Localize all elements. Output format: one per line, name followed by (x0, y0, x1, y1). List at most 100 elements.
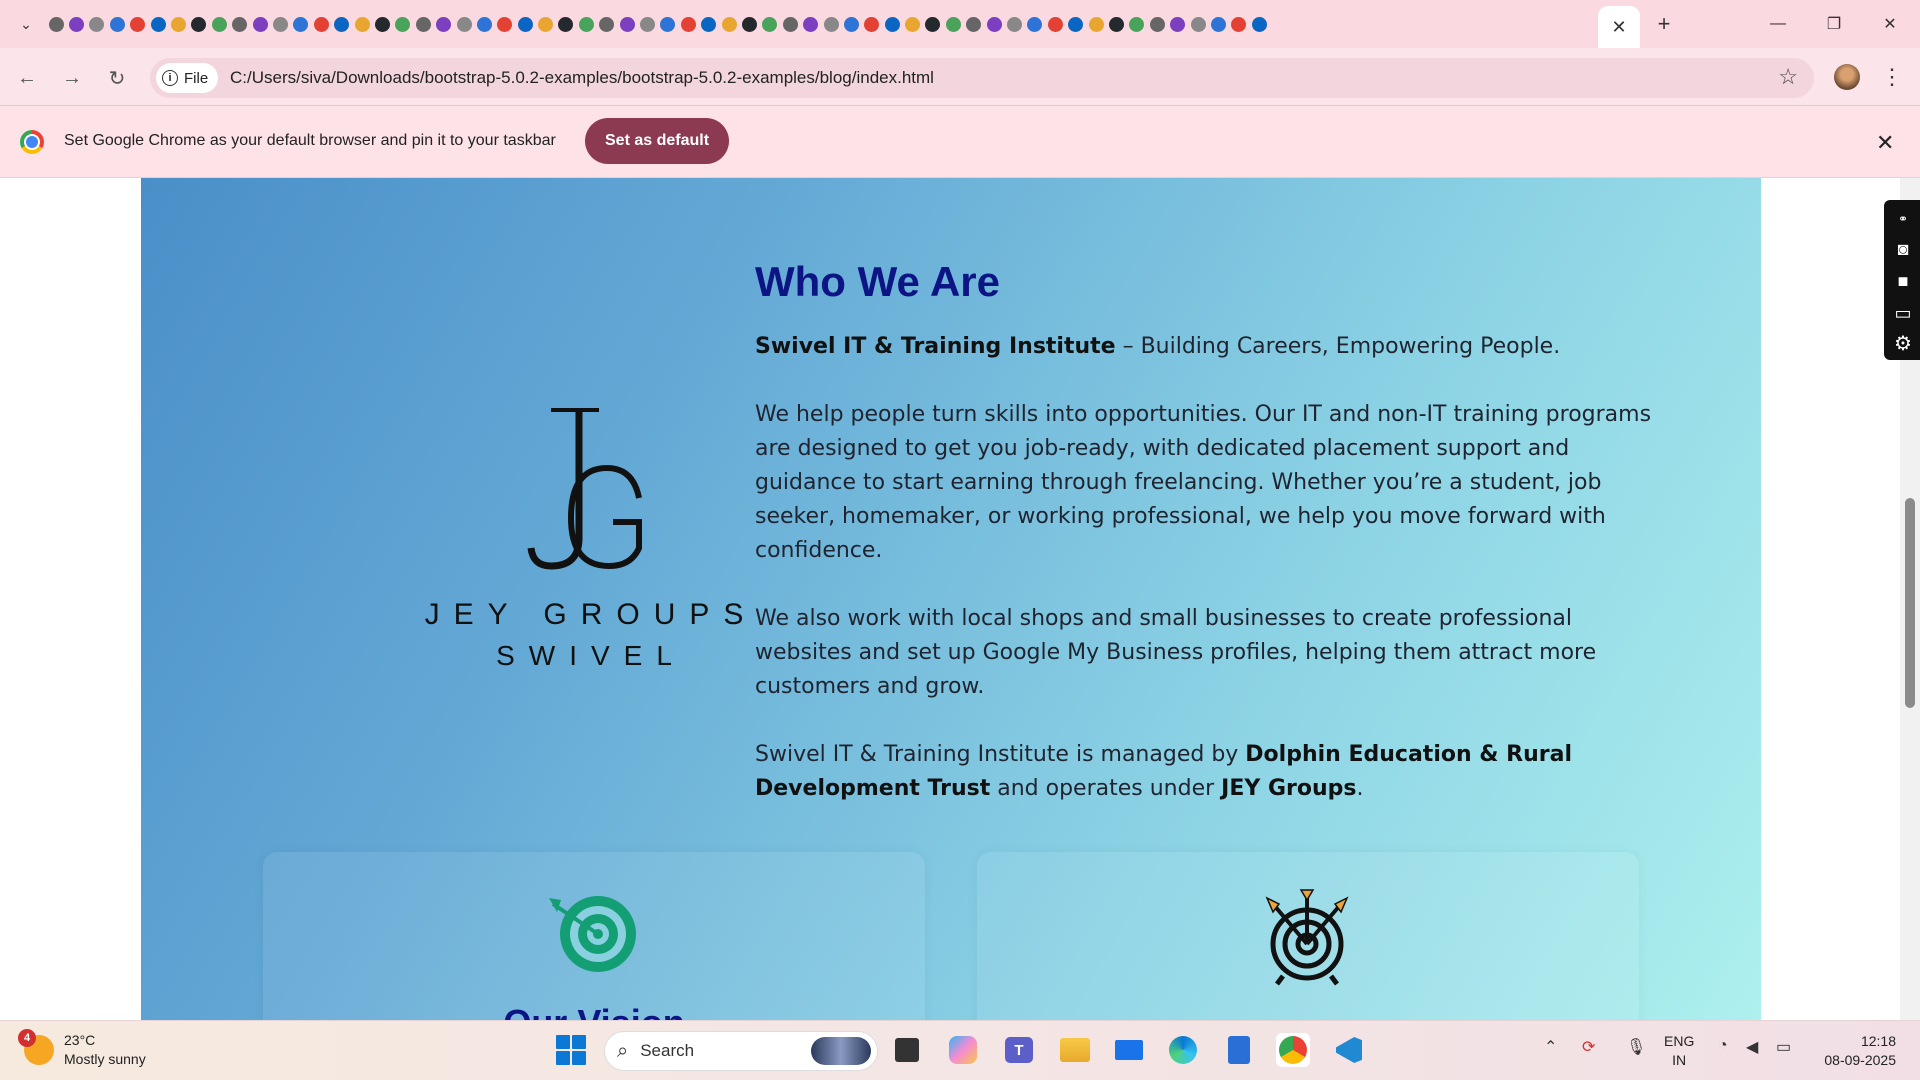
edge-icon[interactable] (1166, 1033, 1200, 1067)
pinned-tab-favicon[interactable] (189, 12, 209, 36)
pinned-tab-favicon[interactable] (393, 12, 413, 36)
file-explorer-icon[interactable] (1058, 1033, 1092, 1067)
pinned-tab-favicon[interactable] (209, 12, 229, 36)
volume-icon[interactable]: ◀ (1746, 1037, 1758, 1057)
microphone-icon[interactable]: 🎙 (1626, 1037, 1646, 1057)
pinned-tab-favicon[interactable] (1086, 12, 1106, 36)
pinned-tab-favicon[interactable] (964, 12, 984, 36)
pinned-tab-favicon[interactable] (250, 12, 270, 36)
pinned-tab-favicon[interactable] (433, 12, 453, 36)
chevron-up-icon[interactable]: ⌃ (1544, 1037, 1557, 1057)
copilot-icon[interactable] (946, 1033, 980, 1067)
profile-avatar[interactable] (1834, 64, 1860, 90)
site-info-chip[interactable]: i File (156, 63, 219, 93)
maximize-button[interactable]: ❐ (1806, 0, 1862, 48)
mail-icon[interactable] (1112, 1033, 1146, 1067)
pinned-tab-favicon[interactable] (128, 12, 148, 36)
active-tab[interactable]: ✕ (1598, 6, 1640, 48)
reload-button[interactable]: ↻ (102, 63, 132, 93)
pinned-tab-favicon[interactable] (719, 12, 739, 36)
pinned-tab-favicon[interactable] (1249, 12, 1269, 36)
pinned-tab-favicon[interactable] (331, 12, 351, 36)
bookmark-star-icon[interactable]: ☆ (1778, 64, 1798, 90)
pinned-tab-favicon[interactable] (597, 12, 617, 36)
pinned-tab-favicon[interactable] (1208, 12, 1228, 36)
clock[interactable]: 12:18 08-09-2025 (1816, 1032, 1896, 1070)
pinned-tab-favicon[interactable] (984, 12, 1004, 36)
pinned-tab-favicon[interactable] (800, 12, 820, 36)
pinned-tab-favicon[interactable] (148, 12, 168, 36)
pinned-tab-favicon[interactable] (760, 12, 780, 36)
address-bar[interactable]: i File C:/Users/siva/Downloads/bootstrap… (150, 58, 1814, 98)
pinned-tab-favicon[interactable] (943, 12, 963, 36)
scroll-thumb[interactable] (1905, 498, 1915, 708)
pinned-tab-favicon[interactable] (821, 12, 841, 36)
pinned-tab-favicon[interactable] (1188, 12, 1208, 36)
sync-icon[interactable]: ⟳ (1582, 1037, 1595, 1057)
pinned-tab-favicon[interactable] (739, 12, 759, 36)
pinned-tab-favicon[interactable] (46, 12, 66, 36)
close-window-button[interactable]: ✕ (1862, 0, 1918, 48)
pinned-tab-favicon[interactable] (1025, 12, 1045, 36)
window-icon[interactable]: ▭ (1892, 302, 1914, 324)
close-tab-icon[interactable]: ✕ (1611, 17, 1626, 38)
pinned-tab-favicon[interactable] (311, 12, 331, 36)
teams-icon[interactable]: T (1002, 1033, 1036, 1067)
camera-icon[interactable]: ◙ (1892, 238, 1914, 260)
pinned-tab-favicon[interactable] (495, 12, 515, 36)
chrome-taskbar-icon[interactable] (1276, 1033, 1310, 1067)
task-view-icon[interactable] (890, 1033, 924, 1067)
pinned-tab-favicon[interactable] (658, 12, 678, 36)
pinned-tab-favicon[interactable] (841, 12, 861, 36)
language-indicator[interactable]: ENG IN (1664, 1032, 1694, 1070)
notepad-icon[interactable] (1222, 1033, 1256, 1067)
pinned-tab-favicon[interactable] (699, 12, 719, 36)
pinned-tab-favicon[interactable] (1004, 12, 1024, 36)
infobar-close-icon[interactable]: ✕ (1876, 130, 1894, 156)
weather-widget[interactable]: 4 23°C Mostly sunny (18, 1029, 146, 1069)
pinned-tab-favicon[interactable] (291, 12, 311, 36)
pinned-tab-favicon[interactable] (902, 12, 922, 36)
pinned-tab-favicon[interactable] (372, 12, 392, 36)
pinned-tab-favicon[interactable] (678, 12, 698, 36)
pinned-tab-favicon[interactable] (862, 12, 882, 36)
pinned-tab-favicon[interactable] (1167, 12, 1187, 36)
link-icon[interactable]: ⚭ (1892, 208, 1914, 230)
pinned-tab-favicon[interactable] (1229, 12, 1249, 36)
pinned-tab-favicon[interactable] (87, 12, 107, 36)
pinned-tab-favicon[interactable] (780, 12, 800, 36)
pinned-tab-favicon[interactable] (515, 12, 535, 36)
minimize-button[interactable]: — (1750, 0, 1806, 48)
pinned-tab-favicon[interactable] (352, 12, 372, 36)
new-tab-button[interactable]: + (1650, 10, 1678, 38)
pinned-tab-favicon[interactable] (556, 12, 576, 36)
video-icon[interactable]: ■ (1892, 270, 1914, 292)
pinned-tab-favicon[interactable] (1147, 12, 1167, 36)
pinned-tab-favicon[interactable] (1127, 12, 1147, 36)
pinned-tab-favicon[interactable] (474, 12, 494, 36)
back-button[interactable]: ← (12, 63, 42, 93)
pinned-tab-favicon[interactable] (230, 12, 250, 36)
pinned-tab-favicon[interactable] (454, 12, 474, 36)
pinned-tab-favicon[interactable] (535, 12, 555, 36)
pinned-tab-favicon[interactable] (1106, 12, 1126, 36)
pinned-tab-favicon[interactable] (1066, 12, 1086, 36)
tab-search-chevron-icon[interactable]: ⌄ (12, 10, 40, 38)
wifi-icon[interactable]: ◔ (1718, 1037, 1728, 1055)
pinned-tab-favicon[interactable] (882, 12, 902, 36)
kebab-menu-icon[interactable]: ⋮ (1880, 62, 1904, 92)
url-text[interactable]: C:/Users/siva/Downloads/bootstrap-5.0.2-… (230, 68, 934, 88)
pinned-tab-favicon[interactable] (923, 12, 943, 36)
pinned-tab-favicon[interactable] (270, 12, 290, 36)
pinned-tab-favicon[interactable] (576, 12, 596, 36)
pinned-tab-favicon[interactable] (413, 12, 433, 36)
pinned-tab-favicon[interactable] (1045, 12, 1065, 36)
set-as-default-button[interactable]: Set as default (585, 118, 730, 164)
gear-icon[interactable]: ⚙ (1892, 332, 1914, 355)
battery-icon[interactable]: ▭ (1776, 1037, 1791, 1057)
pinned-tab-favicon[interactable] (617, 12, 637, 36)
pinned-tab-favicon[interactable] (168, 12, 188, 36)
taskbar-search[interactable]: ⌕ Search (604, 1031, 878, 1071)
forward-button[interactable]: → (57, 63, 87, 93)
pinned-tab-favicon[interactable] (637, 12, 657, 36)
